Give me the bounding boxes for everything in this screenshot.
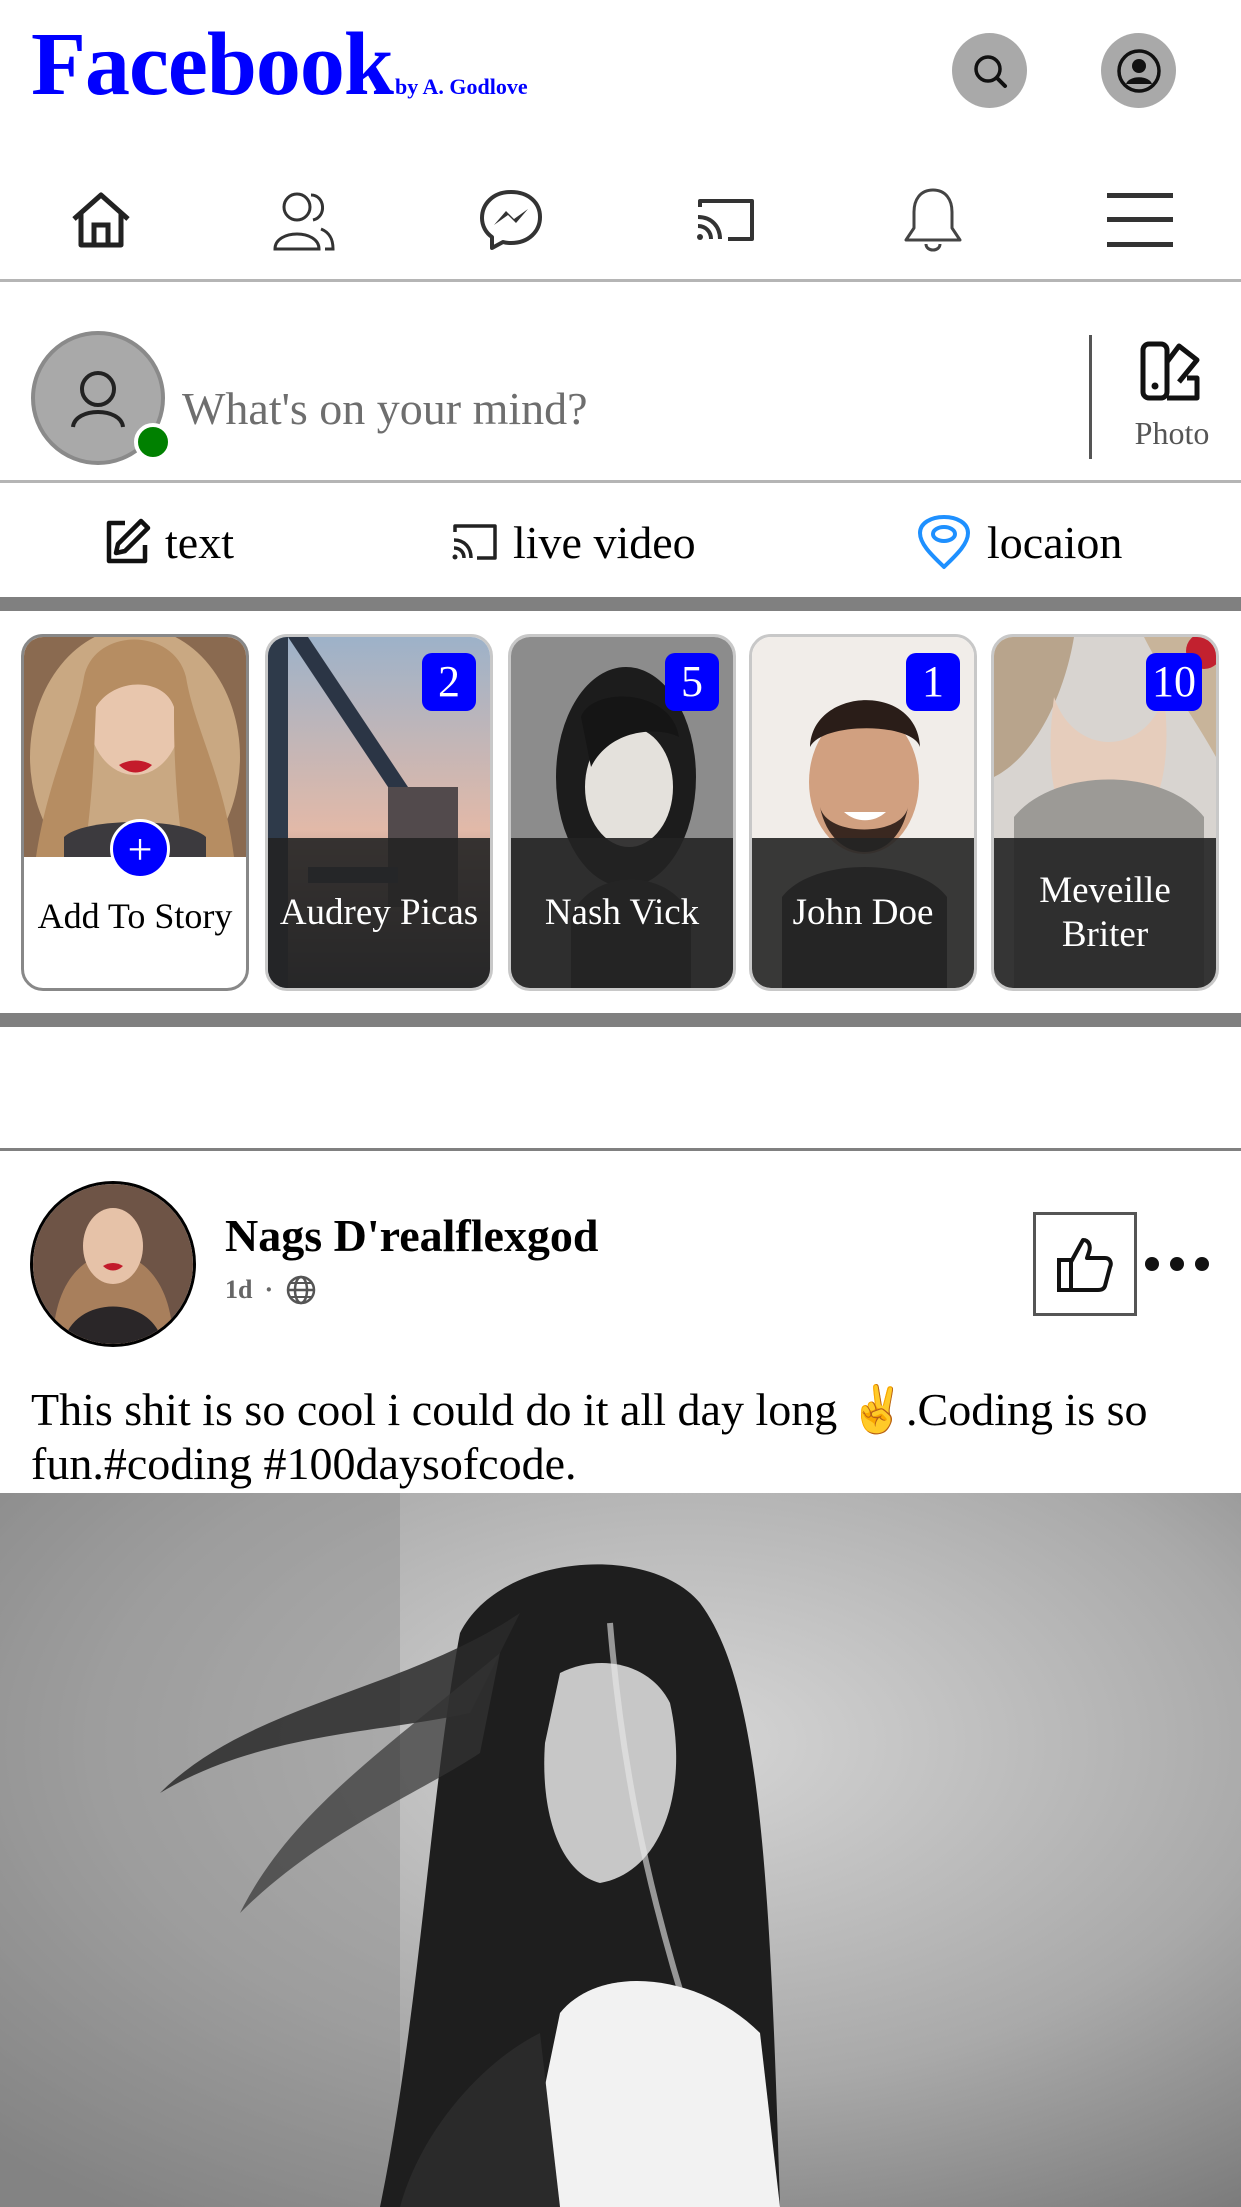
- divider: [1089, 335, 1092, 459]
- photo-label: Photo: [1134, 415, 1210, 451]
- globe-icon: [286, 1275, 316, 1305]
- gallery-icon: [1140, 341, 1200, 401]
- story-name: Meveille Briter: [1039, 870, 1171, 955]
- story-name: Nash Vick: [544, 892, 700, 933]
- story-count-badge: 10: [1146, 653, 1202, 711]
- dot-icon: [1170, 1257, 1184, 1271]
- post-text: This shit is so cool i could do it all d…: [31, 1384, 1148, 1489]
- nav-friends[interactable]: [263, 180, 343, 260]
- story-card[interactable]: 2 Audrey Picas: [265, 634, 493, 991]
- cast-icon: [452, 524, 497, 560]
- text-action[interactable]: text: [101, 514, 234, 570]
- composer-actions: text live video locaion: [0, 486, 1241, 597]
- story-name: Audrey Picas: [279, 892, 479, 933]
- home-icon: [72, 192, 130, 248]
- add-story-plus-button[interactable]: +: [110, 819, 170, 879]
- story-shade: Nash Vick: [511, 838, 733, 988]
- section-divider: [0, 597, 1241, 611]
- story-shade: John Doe: [752, 838, 974, 988]
- live-video-label: live video: [513, 516, 696, 568]
- watch-cast-icon: [697, 199, 754, 241]
- add-story-card[interactable]: + Add To Story: [21, 634, 249, 991]
- photo-button[interactable]: Photo: [1120, 338, 1224, 468]
- edit-icon: [106, 518, 151, 564]
- status-input[interactable]: [180, 373, 1050, 443]
- nav-menu[interactable]: [1100, 180, 1180, 260]
- dot-icon: [1195, 1257, 1209, 1271]
- app-title: Facebook: [31, 15, 394, 114]
- story-count-badge: 1: [906, 653, 960, 711]
- search-button[interactable]: [952, 33, 1027, 108]
- story-name: John Doe: [792, 892, 934, 933]
- notifications-bell-icon: [904, 188, 962, 252]
- search-icon: [973, 54, 1007, 88]
- like-button[interactable]: [1033, 1212, 1137, 1316]
- post-divider: [0, 1148, 1241, 1151]
- user-placeholder-icon: [71, 371, 125, 428]
- post-time: 1d: [225, 1275, 253, 1304]
- menu-icon: [1107, 193, 1173, 247]
- dot-icon: [1145, 1257, 1159, 1271]
- nav-notifications[interactable]: [893, 180, 973, 260]
- brand: Facebookby A. Godlove: [31, 20, 528, 110]
- more-options-button[interactable]: [1145, 1241, 1209, 1287]
- story-card[interactable]: 5 Nash Vick: [508, 634, 736, 991]
- post-author-avatar[interactable]: [30, 1181, 196, 1347]
- friends-icon: [273, 192, 335, 251]
- section-divider: [0, 1013, 1241, 1027]
- location-pin-icon: [918, 515, 970, 569]
- composer: Photo: [0, 283, 1241, 483]
- story-count-badge: 5: [665, 653, 719, 711]
- separator-dot: ·: [264, 1275, 274, 1304]
- messenger-icon: [480, 190, 542, 250]
- main-nav: [0, 170, 1241, 282]
- text-action-label: text: [165, 516, 234, 568]
- post-author-name[interactable]: Nags D'realflexgod: [225, 1209, 599, 1262]
- post-meta: 1d ·: [225, 1274, 317, 1306]
- story-card[interactable]: 10 Meveille Briter: [991, 634, 1219, 991]
- thumbs-up-icon: [1057, 1238, 1113, 1292]
- nav-home[interactable]: [61, 180, 141, 260]
- app-subtitle: by A. Godlove: [394, 74, 528, 99]
- profile-button[interactable]: [1101, 33, 1176, 108]
- post-image[interactable]: [0, 1493, 1241, 2207]
- add-story-label: Add To Story: [37, 896, 233, 936]
- nav-watch[interactable]: [685, 180, 765, 260]
- story-shade: Meveille Briter: [994, 838, 1216, 988]
- live-video-action[interactable]: live video: [451, 514, 696, 570]
- story-count-badge: 2: [422, 653, 476, 711]
- location-action[interactable]: locaion: [915, 514, 1122, 570]
- nav-messenger[interactable]: [471, 180, 551, 260]
- story-shade: Audrey Picas: [268, 838, 490, 988]
- user-circle-icon: [1116, 48, 1161, 93]
- story-card[interactable]: 1 John Doe: [749, 634, 977, 991]
- online-status-dot: [134, 423, 172, 461]
- location-label: locaion: [987, 516, 1123, 568]
